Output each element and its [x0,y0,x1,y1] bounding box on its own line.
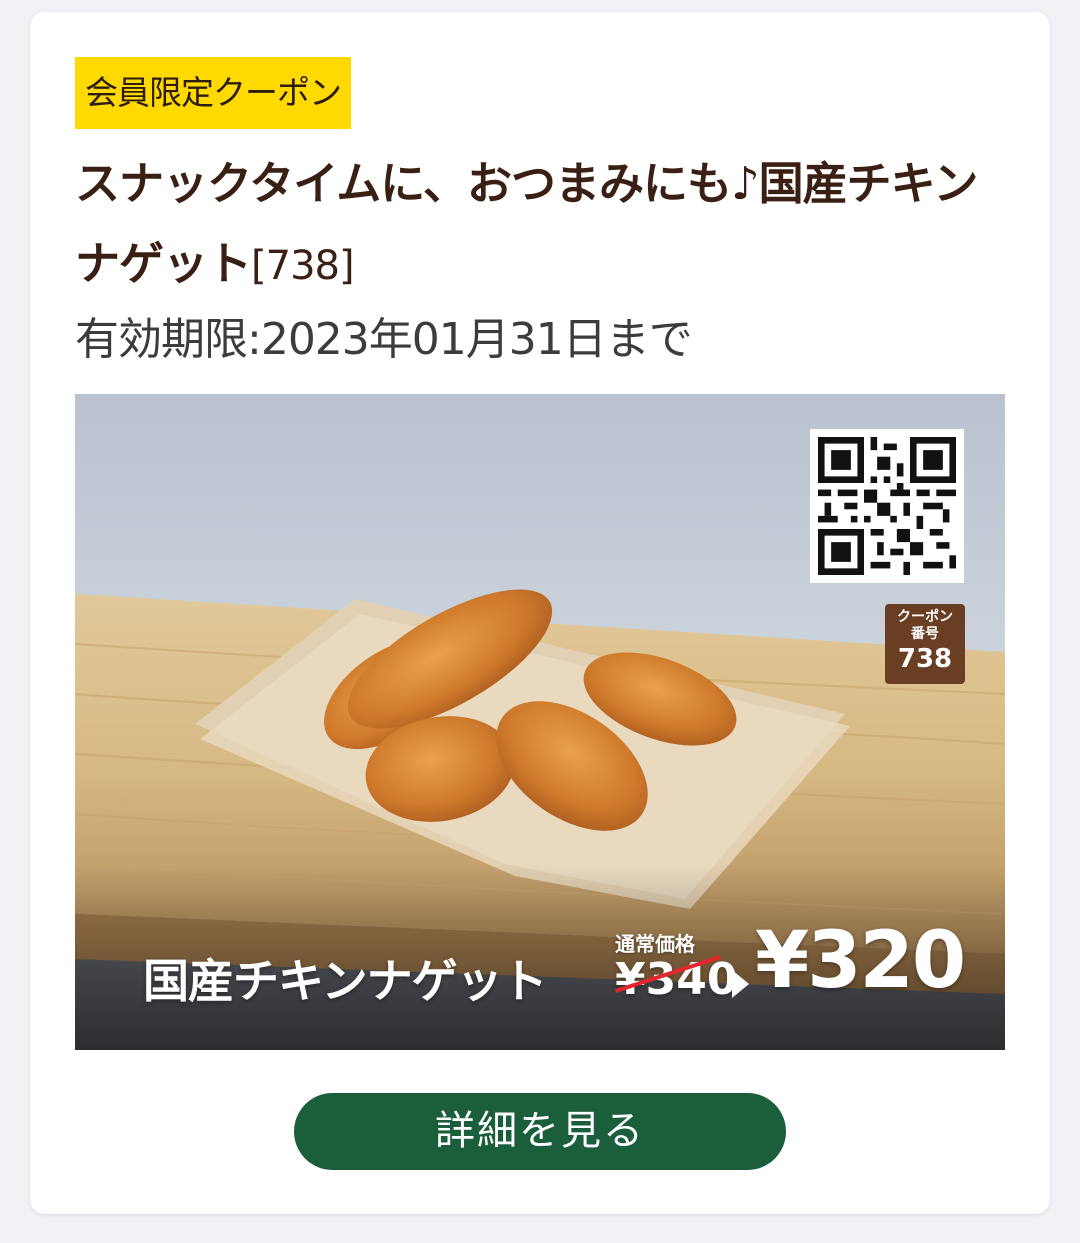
coupon-number-sublabel: 番号 [911,626,939,642]
coupon-number: 738 [897,644,953,674]
member-only-badge: 会員限定クーポン [75,57,351,129]
regular-price-label: 通常価格 [615,932,695,956]
coupon-number-box: クーポン 番号 738 [885,604,965,684]
coupon-number-label: クーポン [897,609,953,625]
triangle-right-icon [732,970,749,998]
coupon-card: 会員限定クーポン スナックタイムに、おつまみにも♪国産チキンナゲット[738] … [30,12,1050,1214]
view-details-button[interactable]: 詳細を見る [294,1093,786,1170]
qr-code [810,429,964,583]
sale-price: ¥320 [755,916,966,1006]
coupon-title-text: スナックタイムに、おつまみにも♪国産チキンナゲット [75,157,978,290]
coupon-title: スナックタイムに、おつまみにも♪国産チキンナゲット[738] [75,144,1000,306]
qr-code-icon [818,437,956,575]
regular-price: ¥340 [615,954,738,1005]
validity-date: 有効期限:2023年01月31日まで [75,314,693,365]
coupon-image: クーポン 番号 738 国産チキンナゲット 通常価格 ¥340 ¥320 [75,394,1005,1050]
product-name: 国産チキンナゲット [143,954,548,1008]
coupon-code: [738] [251,243,355,289]
